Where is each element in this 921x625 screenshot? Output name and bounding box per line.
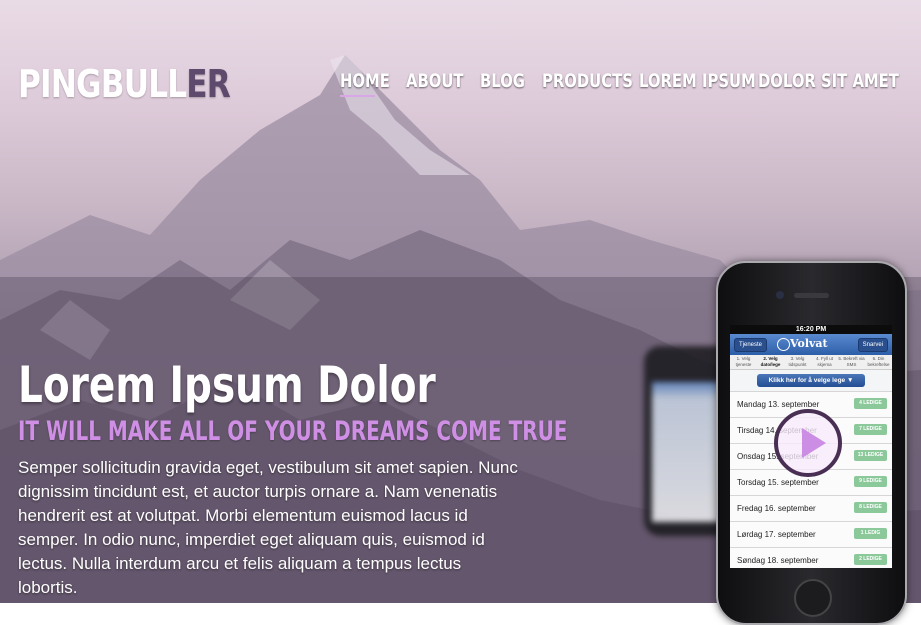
nav-products[interactable]: PRODUCTS <box>542 70 633 92</box>
phone-home-button <box>794 579 832 617</box>
nav-home[interactable]: HOME <box>340 70 390 97</box>
availability-badge: 9 LEDIGE <box>854 476 887 487</box>
app-shortcut-button[interactable]: Snarvei <box>857 338 888 352</box>
main-nav: HOME ABOUT BLOG PRODUCTS LOREM IPSUM DOL… <box>340 70 899 97</box>
nav-blog[interactable]: BLOG <box>480 70 525 92</box>
site-logo[interactable]: PINGBULLER <box>18 62 231 106</box>
availability-badge: 2 LEDIGE <box>854 554 887 565</box>
booking-steps: 1. Velg tjeneste 2. Velg dato/lege 3. Ve… <box>730 355 892 370</box>
app-title: Volvat <box>790 337 828 350</box>
availability-badge: 1 LEDIG <box>854 528 887 539</box>
nav-lorem-ipsum[interactable]: LOREM IPSUM <box>639 70 756 92</box>
availability-badge: 7 LEDIGE <box>854 424 887 435</box>
step-3[interactable]: 3. Velg tidspunkt <box>784 355 811 369</box>
choose-doctor-button[interactable]: Klikk her for å velge lege ▼ <box>757 374 865 387</box>
hero-body-text: Semper sollicitudin gravida eget, vestib… <box>18 458 518 597</box>
step-6[interactable]: 6. Din bekreftelse <box>865 355 892 369</box>
availability-badge: 8 LEDIGE <box>854 502 887 513</box>
step-1[interactable]: 1. Velg tjeneste <box>730 355 757 369</box>
nav-about[interactable]: ABOUT <box>406 70 464 92</box>
day-row[interactable]: Lørdag 17. september 1 LEDIG <box>730 521 892 547</box>
app-bar: Tjeneste Volvat Snarvei <box>730 334 892 355</box>
hero-title: Lorem Ipsum Dolor <box>18 356 436 414</box>
step-4[interactable]: 4. Fyll ut skjema <box>811 355 838 369</box>
availability-badge: 4 LEDIGE <box>854 398 887 409</box>
day-row[interactable]: Fredag 16. september 8 LEDIGE <box>730 495 892 521</box>
hero-subtitle: IT WILL MAKE ALL OF YOUR DREAMS COME TRU… <box>18 416 568 447</box>
play-icon[interactable] <box>774 409 842 477</box>
nav-dolor-sit-amet[interactable]: DOLOR SIT AMET <box>758 70 899 92</box>
app-back-button[interactable]: Tjeneste <box>734 338 768 352</box>
status-bar-time: 16:20 PM <box>730 325 892 334</box>
day-row[interactable]: Søndag 18. september 2 LEDIGE <box>730 547 892 568</box>
step-5[interactable]: 5. Bekreft via SMS <box>838 355 865 369</box>
speaker-grille <box>794 293 829 298</box>
camera-icon <box>776 291 784 299</box>
availability-badge: 13 LEDIGE <box>854 450 887 461</box>
step-2[interactable]: 2. Velg dato/lege <box>757 355 784 369</box>
app-logo-icon <box>777 338 790 351</box>
